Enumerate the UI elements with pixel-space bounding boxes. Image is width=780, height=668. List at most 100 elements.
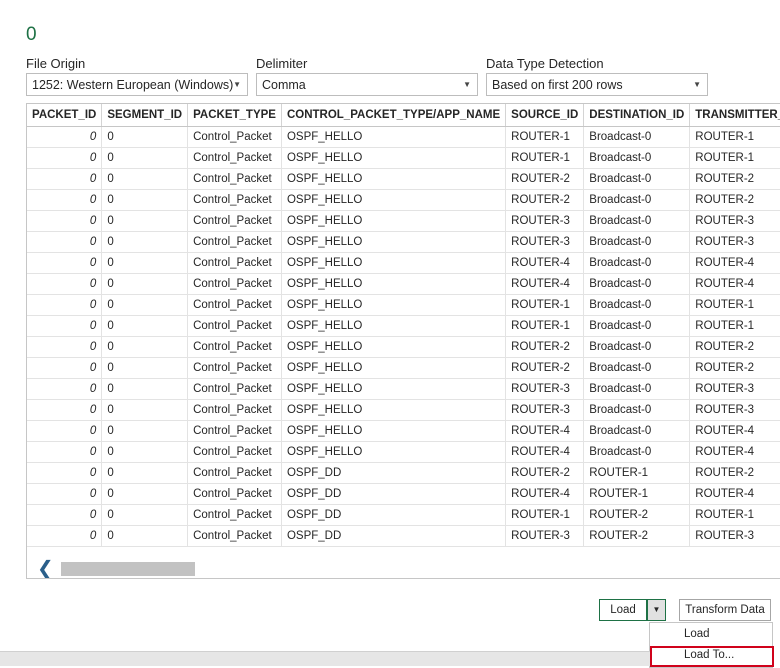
table-cell: Control_Packet — [187, 378, 282, 400]
table-cell: ROUTER-2 — [505, 189, 585, 211]
table-cell: ROUTER-4 — [689, 441, 780, 463]
table-cell: ROUTER-1 — [689, 294, 780, 316]
column-header[interactable]: TRANSMITTER_ID — [689, 104, 780, 127]
table-row: 0 0 Control_Packet OSPF_HELLO ROUTER-2 Broadc… — [27, 357, 780, 379]
table-cell: ROUTER-1 — [689, 504, 780, 526]
table-cell: 0 — [27, 357, 103, 379]
status-bar — [0, 651, 650, 666]
table-row: 0 0 Control_Packet OSPF_HELLO ROUTER-3 Broadc… — [27, 378, 780, 400]
table-cell: ROUTER-2 — [689, 168, 780, 190]
table-row: 0 0 Control_Packet OSPF_DD ROUTER-3 ROUTER-2 R… — [27, 525, 780, 547]
table-cell: Broadcast-0 — [583, 210, 691, 232]
table-cell: 0 — [27, 168, 103, 190]
column-header[interactable]: SOURCE_ID — [505, 104, 585, 127]
table-cell: ROUTER-2 — [689, 189, 780, 211]
table-cell: 0 — [101, 399, 189, 421]
table-cell: 0 — [101, 357, 189, 379]
table-cell: Control_Packet — [187, 231, 282, 253]
table-cell: ROUTER-1 — [689, 126, 780, 148]
chevron-down-icon: ▼ — [463, 80, 471, 89]
table-cell: ROUTER-3 — [689, 378, 780, 400]
chevron-down-icon: ▼ — [233, 80, 241, 89]
column-header[interactable]: PACKET_TYPE — [187, 104, 282, 127]
header-row: PACKET_ID SEGMENT_ID PACKET_TYPE CONTROL_PA… — [27, 104, 780, 127]
table-cell: Broadcast-0 — [583, 357, 691, 379]
table-row: 0 0 Control_Packet OSPF_HELLO ROUTER-3 Broadc… — [27, 231, 780, 253]
table-cell: 0 — [101, 315, 189, 337]
table-cell: OSPF_HELLO — [281, 231, 507, 253]
table-cell: ROUTER-2 — [583, 504, 691, 526]
table-cell: 0 — [27, 231, 103, 253]
table-cell: ROUTER-2 — [689, 462, 780, 484]
table-cell: ROUTER-4 — [689, 273, 780, 295]
table-cell: Control_Packet — [187, 441, 282, 463]
table-cell: 0 — [27, 504, 103, 526]
table-cell: ROUTER-1 — [505, 147, 585, 169]
detection-select[interactable]: Based on first 200 rows ▼ — [486, 73, 708, 96]
table-cell: OSPF_HELLO — [281, 378, 507, 400]
delimiter-select[interactable]: Comma ▼ — [256, 73, 478, 96]
table-cell: Broadcast-0 — [583, 378, 691, 400]
table-cell: OSPF_HELLO — [281, 147, 507, 169]
table-cell: OSPF_DD — [281, 525, 507, 547]
table-cell: OSPF_DD — [281, 504, 507, 526]
table-cell: Control_Packet — [187, 273, 282, 295]
table-cell: OSPF_HELLO — [281, 252, 507, 274]
table-cell: ROUTER-4 — [689, 483, 780, 505]
delimiter-label: Delimiter — [256, 56, 308, 71]
table-cell: Control_Packet — [187, 210, 282, 232]
table-cell: 0 — [27, 399, 103, 421]
table-cell: 0 — [27, 189, 103, 211]
table-row: 0 0 Control_Packet OSPF_HELLO ROUTER-4 Broadc… — [27, 420, 780, 442]
table-row: 0 0 Control_Packet OSPF_HELLO ROUTER-4 Broadc… — [27, 441, 780, 463]
table-cell: ROUTER-1 — [583, 462, 691, 484]
loading-spinner-icon: ❮ — [37, 558, 54, 579]
chevron-down-icon: ▼ — [693, 80, 701, 89]
table-cell: Control_Packet — [187, 168, 282, 190]
table-cell: 0 — [27, 273, 103, 295]
table-cell: ROUTER-1 — [689, 315, 780, 337]
table-cell: Control_Packet — [187, 189, 282, 211]
column-header[interactable]: DESTINATION_ID — [583, 104, 691, 127]
table-cell: Control_Packet — [187, 483, 282, 505]
data-preview-grid: PACKET_ID SEGMENT_ID PACKET_TYPE CONTROL_PA… — [26, 103, 780, 579]
table-cell: Broadcast-0 — [583, 420, 691, 442]
table-cell: Broadcast-0 — [583, 147, 691, 169]
horizontal-scrollbar[interactable]: ❮ — [27, 556, 780, 578]
table-cell: ROUTER-3 — [505, 231, 585, 253]
column-header[interactable]: PACKET_ID — [27, 104, 103, 127]
table-cell: OSPF_HELLO — [281, 399, 507, 421]
scrollbar-thumb[interactable] — [61, 562, 195, 576]
table-cell: 0 — [27, 147, 103, 169]
table-cell: ROUTER-2 — [505, 336, 585, 358]
table-cell: Control_Packet — [187, 126, 282, 148]
table-row: 0 0 Control_Packet OSPF_HELLO ROUTER-1 Broadc… — [27, 147, 780, 169]
table-cell: Broadcast-0 — [583, 441, 691, 463]
table-cell: Control_Packet — [187, 420, 282, 442]
table-cell: 0 — [27, 420, 103, 442]
table-cell: 0 — [101, 252, 189, 274]
load-button[interactable]: Load — [599, 599, 647, 621]
table-cell: ROUTER-3 — [505, 399, 585, 421]
table-cell: 0 — [101, 336, 189, 358]
table-cell: OSPF_DD — [281, 462, 507, 484]
table-cell: ROUTER-3 — [689, 231, 780, 253]
table-cell: Broadcast-0 — [583, 126, 691, 148]
table-row: 0 0 Control_Packet OSPF_DD ROUTER-2 ROUTER-1 R… — [27, 462, 780, 484]
preview-table: PACKET_ID SEGMENT_ID PACKET_TYPE CONTROL_PA… — [27, 104, 780, 547]
transform-data-button[interactable]: Transform Data — [679, 599, 771, 621]
column-header[interactable]: CONTROL_PACKET_TYPE/APP_NAME — [281, 104, 507, 127]
table-cell: ROUTER-1 — [505, 315, 585, 337]
table-cell: ROUTER-4 — [505, 273, 585, 295]
table-cell: ROUTER-3 — [689, 210, 780, 232]
load-dropdown-button[interactable]: ▼ — [647, 599, 666, 621]
table-cell: 0 — [27, 210, 103, 232]
menu-item-load[interactable]: Load — [650, 625, 774, 646]
table-cell: 0 — [27, 126, 103, 148]
table-cell: ROUTER-3 — [689, 399, 780, 421]
file-origin-select[interactable]: 1252: Western European (Windows) ▼ — [26, 73, 248, 96]
table-cell: 0 — [101, 378, 189, 400]
table-cell: 0 — [101, 294, 189, 316]
column-header[interactable]: SEGMENT_ID — [101, 104, 189, 127]
menu-item-load-to[interactable]: Load To... — [650, 646, 774, 667]
